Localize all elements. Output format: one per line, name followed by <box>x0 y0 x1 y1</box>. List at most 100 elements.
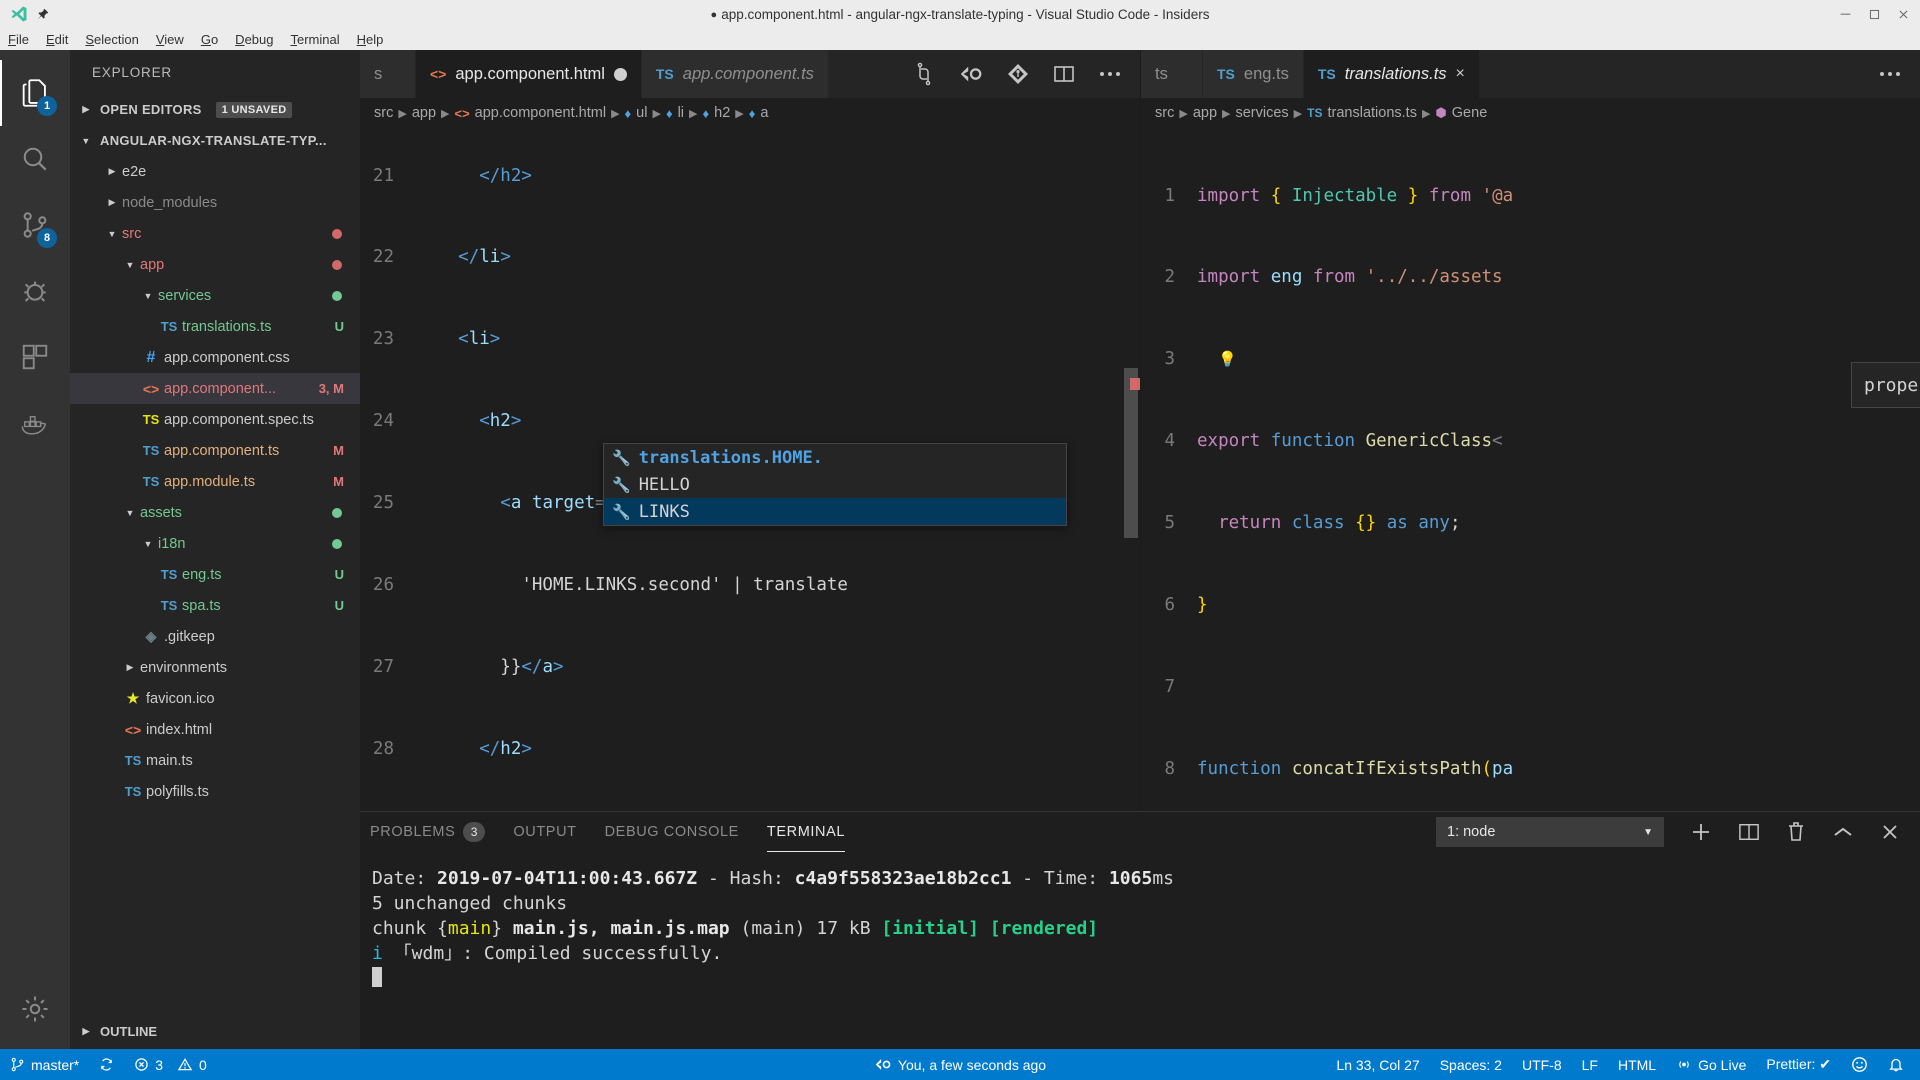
terminal-output[interactable]: Date: 2019-07-04T11:00:43.667Z - Hash: c… <box>360 852 1920 1049</box>
suggest-item-2[interactable]: 🔧 LINKS <box>604 498 1066 525</box>
tab-translations-ts[interactable]: TS translations.ts × <box>1303 50 1480 98</box>
tree-item-app-component-ts[interactable]: TS app.component.ts M <box>70 435 360 466</box>
breadcrumb-symbol[interactable]: ⬢ Gene <box>1435 105 1487 121</box>
menu-file[interactable]: FFileile <box>8 32 29 47</box>
tab-app-component-html[interactable]: <> app.component.html <box>416 50 642 98</box>
tab-app-component-ts[interactable]: TS app.component.ts <box>641 50 829 98</box>
more-actions-icon[interactable] <box>1878 70 1902 78</box>
status-go-live[interactable]: Go Live <box>1666 1049 1756 1080</box>
tree-item-assets[interactable]: ▼ assets <box>70 497 360 528</box>
tree-item-favicon-ico[interactable]: ★ favicon.ico <box>70 683 360 714</box>
panel-tab-output[interactable]: OUTPUT <box>513 812 576 852</box>
error-overview-mark[interactable] <box>1130 378 1140 390</box>
go-back-icon[interactable] <box>958 64 984 84</box>
status-cursor-position[interactable]: Ln 33, Col 27 <box>1326 1049 1429 1080</box>
breadcrumb-file[interactable]: <> app.component.html <box>454 105 606 121</box>
menu-debug[interactable]: Debug <box>235 32 273 47</box>
tree-item-e2e[interactable]: ▶ e2e <box>70 156 360 187</box>
tree-item-app[interactable]: ▼ app <box>70 249 360 280</box>
split-icon[interactable] <box>912 62 936 86</box>
breadcrumb-h2[interactable]: ♦ h2 <box>703 105 731 121</box>
status-sync[interactable] <box>89 1049 124 1080</box>
menu-go[interactable]: Go <box>201 32 218 47</box>
editor-scrollbar-left[interactable] <box>1124 368 1138 538</box>
activity-docker[interactable] <box>0 390 70 456</box>
tree-item-app-component-[interactable]: <> app.component... 3, M <box>70 373 360 404</box>
tree-item-translations-ts[interactable]: TS translations.ts U <box>70 311 360 342</box>
breadcrumb-a[interactable]: ♦ a <box>749 105 769 121</box>
activity-explorer[interactable]: 1 <box>0 60 70 126</box>
section-project[interactable]: ▼ ANGULAR-NGX-TRANSLATE-TYP... <box>70 125 360 156</box>
minimize-button[interactable] <box>1839 8 1852 21</box>
breadcrumb-app[interactable]: app <box>1193 105 1217 121</box>
tree-item-app-component-css[interactable]: # app.component.css <box>70 342 360 373</box>
code-editor-left[interactable]: 21 </h2> 22 </li> 23 <li> 24 <h2> 25 <a … <box>360 128 1140 811</box>
close-button[interactable] <box>1897 8 1910 21</box>
tree-item-app-component-spec-ts[interactable]: TS app.component.spec.ts <box>70 404 360 435</box>
chevron-up-icon[interactable] <box>1832 824 1854 840</box>
tree-item-main-ts[interactable]: TS main.ts <box>70 745 360 776</box>
status-branch[interactable]: master* <box>0 1049 89 1080</box>
activity-extensions[interactable] <box>0 324 70 390</box>
pin-icon[interactable] <box>36 8 49 21</box>
activity-debug[interactable] <box>0 258 70 324</box>
menu-terminal[interactable]: Terminal <box>290 32 339 47</box>
menu-view[interactable]: View <box>156 32 184 47</box>
close-icon[interactable]: × <box>1456 65 1465 83</box>
tab-eng-ts[interactable]: TS eng.ts <box>1203 50 1304 98</box>
tree-item-app-module-ts[interactable]: TS app.module.ts M <box>70 466 360 497</box>
source-control-icon[interactable] <box>1006 62 1030 86</box>
status-errors-warnings[interactable]: 3 0 <box>124 1049 217 1080</box>
breadcrumb-src[interactable]: src <box>1155 105 1174 121</box>
tree-item-node-modules[interactable]: ▶ node_modules <box>70 187 360 218</box>
split-terminal-icon[interactable] <box>1738 822 1760 842</box>
panel-tab-debug-console[interactable]: DEBUG CONSOLE <box>605 812 739 852</box>
section-outline[interactable]: ▶ OUTLINE <box>70 1013 360 1049</box>
breadcrumb-ul[interactable]: ♦ ul <box>625 105 648 121</box>
status-eol[interactable]: LF <box>1572 1049 1608 1080</box>
status-language-mode[interactable]: HTML <box>1608 1049 1666 1080</box>
menu-edit[interactable]: Edit <box>46 32 68 47</box>
breadcrumb-li[interactable]: ♦ li <box>666 105 684 121</box>
status-git-lens[interactable]: You, a few seconds ago <box>864 1049 1056 1080</box>
activity-settings[interactable] <box>0 983 70 1049</box>
tree-item-eng-ts[interactable]: TS eng.ts U <box>70 559 360 590</box>
tree-item-i18n[interactable]: ▼ i18n <box>70 528 360 559</box>
panel-tab-terminal[interactable]: TERMINAL <box>767 812 845 852</box>
panel-tab-problems[interactable]: PROBLEMS 3 <box>370 812 486 852</box>
suggest-widget[interactable]: 🔧 translations.HOME. 🔧 HELLO 🔧 LINKS <box>603 443 1067 526</box>
activity-search[interactable] <box>0 126 70 192</box>
status-indentation[interactable]: Spaces: 2 <box>1430 1049 1512 1080</box>
status-prettier[interactable]: Prettier: ✔ <box>1756 1049 1841 1080</box>
status-feedback[interactable] <box>1841 1049 1878 1080</box>
tab-partial-left[interactable]: s <box>360 50 416 98</box>
maximize-button[interactable] <box>1868 8 1881 21</box>
tree-item-index-html[interactable]: <> index.html <box>70 714 360 745</box>
breadcrumb-services[interactable]: services <box>1235 105 1288 121</box>
section-open-editors[interactable]: ▶ OPEN EDITORS 1 UNSAVED <box>70 94 360 125</box>
status-encoding[interactable]: UTF-8 <box>1512 1049 1572 1080</box>
menu-selection[interactable]: Selection <box>85 32 138 47</box>
activity-source-control[interactable]: 8 <box>0 192 70 258</box>
code-editor-right[interactable]: 1 import { Injectable } from '@a 2 import … <box>1141 128 1920 811</box>
suggest-item-0[interactable]: 🔧 translations.HOME. <box>604 444 1066 471</box>
tree-item-spa-ts[interactable]: TS spa.ts U <box>70 590 360 621</box>
tree-item-src[interactable]: ▼ src <box>70 218 360 249</box>
tab-dirty-indicator[interactable] <box>613 67 627 81</box>
breadcrumb-app[interactable]: app <box>412 105 436 121</box>
add-terminal-icon[interactable] <box>1690 821 1712 843</box>
breadcrumb-translations-file[interactable]: TS translations.ts <box>1307 105 1417 121</box>
split-editor-icon[interactable] <box>1052 62 1076 86</box>
more-actions-icon[interactable] <box>1098 70 1122 78</box>
breadcrumb-src[interactable]: src <box>374 105 393 121</box>
tree-item-environments[interactable]: ▶ environments <box>70 652 360 683</box>
tree-item--gitkeep[interactable]: ◈ .gitkeep <box>70 621 360 652</box>
status-notifications[interactable] <box>1878 1049 1920 1080</box>
tree-item-polyfills-ts[interactable]: TS polyfills.ts <box>70 776 360 807</box>
suggest-item-1[interactable]: 🔧 HELLO <box>604 471 1066 498</box>
terminal-selector[interactable]: 1: node ▼ <box>1436 817 1664 847</box>
tree-item-services[interactable]: ▼ services <box>70 280 360 311</box>
close-panel-icon[interactable] <box>1880 822 1900 842</box>
menu-help[interactable]: Help <box>357 32 384 47</box>
kill-terminal-icon[interactable] <box>1786 821 1806 843</box>
